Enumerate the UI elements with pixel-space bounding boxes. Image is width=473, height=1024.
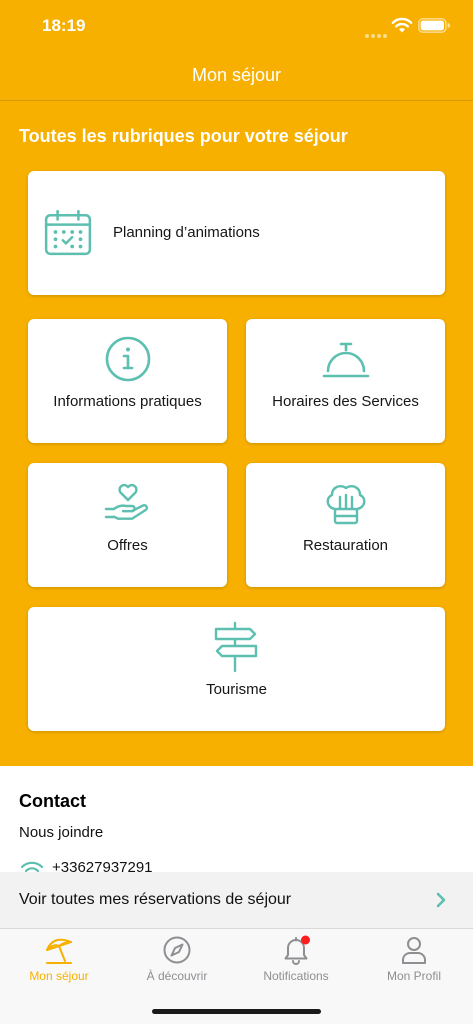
calendar-icon bbox=[43, 208, 93, 258]
tab-mon-sejour[interactable]: Mon séjour bbox=[0, 929, 118, 999]
tab-label: À découvrir bbox=[146, 969, 208, 983]
tab-label: Mon Profil bbox=[386, 969, 442, 983]
contact-title: Contact bbox=[19, 791, 86, 811]
status-time: 18:19 bbox=[42, 16, 86, 35]
contact-subtitle: Nous joindre bbox=[19, 824, 104, 841]
tile-tourisme[interactable]: Tourisme bbox=[28, 607, 445, 731]
user-icon bbox=[399, 935, 429, 965]
header-divider bbox=[0, 100, 473, 101]
tab-notifications[interactable]: Notifications bbox=[237, 929, 355, 999]
reservations-banner[interactable]: Voir toutes mes réservations de séjour bbox=[0, 872, 473, 928]
service-bell-icon bbox=[322, 335, 370, 383]
tile-label: Planning d’animations bbox=[113, 224, 260, 241]
reservations-banner-label: Voir toutes mes réservations de séjour bbox=[19, 891, 292, 908]
signpost-icon bbox=[211, 621, 263, 673]
tile-planning[interactable]: Planning d’animations bbox=[28, 171, 445, 295]
tab-a-decouvrir[interactable]: À découvrir bbox=[118, 929, 236, 999]
tile-label: Restauration bbox=[302, 537, 389, 554]
heart-hand-icon bbox=[104, 479, 152, 527]
chevron-right-icon bbox=[434, 890, 448, 910]
tile-label: Offres bbox=[107, 537, 148, 554]
tile-restauration[interactable]: Restauration bbox=[246, 463, 445, 587]
info-icon bbox=[104, 335, 152, 383]
page-title: Mon séjour bbox=[191, 65, 282, 85]
tab-label: Notifications bbox=[263, 969, 329, 983]
tab-label: Mon séjour bbox=[29, 969, 89, 983]
home-indicator bbox=[152, 1009, 321, 1014]
section-title: Toutes les rubriques pour votre séjour bbox=[19, 126, 348, 146]
chef-hat-icon bbox=[322, 479, 370, 527]
notification-badge bbox=[301, 935, 310, 945]
tile-label: Horaires des Services bbox=[272, 393, 419, 410]
tile-label: Informations pratiques bbox=[53, 393, 202, 410]
compass-icon bbox=[162, 935, 192, 965]
signal-icon bbox=[364, 26, 388, 38]
bell-icon bbox=[281, 935, 311, 965]
beach-umbrella-icon bbox=[44, 935, 74, 965]
battery-icon bbox=[418, 18, 451, 33]
wifi-icon bbox=[391, 17, 413, 34]
tile-horaires[interactable]: Horaires des Services bbox=[246, 319, 445, 443]
tile-label: Tourisme bbox=[206, 681, 267, 698]
tab-mon-profil[interactable]: Mon Profil bbox=[355, 929, 473, 999]
tile-informations[interactable]: Informations pratiques bbox=[28, 319, 227, 443]
tile-offres[interactable]: Offres bbox=[28, 463, 227, 587]
